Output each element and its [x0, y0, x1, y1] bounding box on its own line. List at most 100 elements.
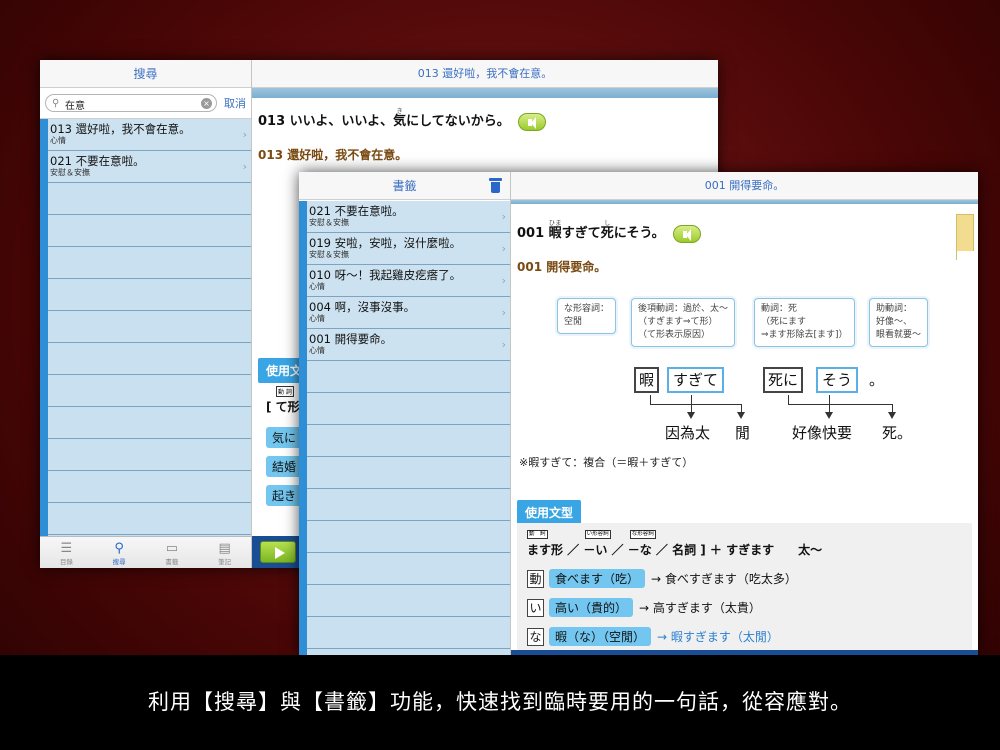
tab-contents[interactable]: ☰ 目錄	[40, 537, 93, 568]
speaker-icon[interactable]	[673, 224, 702, 243]
tab-label: 目錄	[59, 558, 73, 566]
bookmark-panel-title: 書籤	[299, 172, 510, 200]
list-item[interactable]: 021 不要在意啦。 安慰＆安撫 ›	[307, 201, 510, 233]
cancel-button[interactable]: 取消	[224, 95, 246, 111]
item-title: 013 還好啦，我不會在意。	[50, 122, 191, 136]
bookmark-title-text: 書籤	[392, 179, 417, 193]
arrow-down-icon	[737, 412, 745, 419]
list-item[interactable]: 001 開得要命。 心情 ›	[307, 329, 510, 361]
grammar-bubble: 後項動詞：過於、太～ （すぎます⇒て形） （て形表示原因）	[631, 298, 736, 347]
item-subtitle: 心情	[50, 136, 66, 145]
note-text: ※暇すぎて：複合（＝暇＋すぎて）	[519, 456, 694, 469]
connector	[691, 395, 692, 412]
jp-text: にしてないから。	[406, 114, 510, 129]
item-subtitle: 心情	[309, 346, 325, 355]
tag-verb: 動 詞	[527, 530, 548, 539]
connector	[788, 395, 789, 404]
phrase-detail: 001 開得要命。 001 暇ひますぎて死しにそう。 001 開得要命。 な形容…	[511, 172, 978, 656]
speaker-icon[interactable]	[518, 112, 547, 131]
tab-bar: ☰ 目錄 ⚲ 搜尋 ▭ 書籤 ▤ 筆記	[40, 536, 251, 568]
connector	[788, 404, 893, 405]
item-title: 021 不要在意啦。	[50, 154, 145, 168]
detail-title: 001 開得要命。	[511, 172, 978, 200]
search-panel-title: 搜尋	[40, 60, 251, 88]
bubble-line: な形容詞：	[564, 304, 610, 314]
bubble-line: 空閒	[564, 317, 583, 327]
book-icon: ▭	[165, 541, 179, 556]
example-type-box: な	[527, 627, 544, 646]
formula: ます形 ／ －い ／ －な ／ 名詞 ] ＋ すぎます 太～	[527, 543, 823, 557]
bookmark-window: 書籤 021 不要在意啦。 安慰＆安撫 › 019 安啦，安啦，沒什麼啦。 安慰…	[299, 172, 978, 656]
tab-search[interactable]: ⚲ 搜尋	[93, 537, 146, 568]
bubble-line: （死にます	[761, 317, 807, 327]
item-title: 021 不要在意啦。	[309, 204, 404, 218]
search-panel: 搜尋 ⚲ 在意 × 取消 013 還好啦，我不會在意。 心情 › 021 不要在…	[40, 60, 252, 568]
example-type-box: 動	[527, 569, 544, 588]
play-button[interactable]	[260, 541, 296, 563]
connector	[741, 404, 742, 412]
search-icon: ⚲	[52, 98, 60, 109]
item-subtitle: 安慰＆安撫	[50, 168, 90, 177]
notes-icon: ▤	[218, 541, 231, 556]
bubble-line: 動詞：死	[761, 304, 798, 314]
jp-text: 013 いいよ、いいよ、	[258, 114, 394, 129]
list-item[interactable]: 019 安啦，安啦，沒什麼啦。 安慰＆安撫 ›	[307, 233, 510, 265]
search-input[interactable]: ⚲ 在意 ×	[45, 94, 217, 112]
example-pill: 暇（な）（空閒）	[549, 627, 652, 646]
search-input-value: 在意	[65, 101, 85, 112]
bookmark-ribbon-icon[interactable]	[956, 214, 975, 260]
arrow-down-icon	[825, 412, 833, 419]
detail-bar	[252, 88, 718, 98]
jp-text: 001	[517, 226, 549, 241]
search-results-list: 013 還好啦，我不會在意。 心情 › 021 不要在意啦。 安慰＆安撫 ›	[40, 119, 251, 536]
example-row: い 高い（貴的） → 高すぎます（太貴）	[527, 598, 761, 617]
chevron-right-icon: ›	[501, 274, 506, 287]
jp-kanji: 気き	[393, 108, 407, 129]
item-title: 010 呀～！我起雞皮疙瘩了。	[309, 268, 462, 282]
tab-notes[interactable]: ▤ 筆記	[198, 537, 251, 568]
example-result: → 食べすぎます（吃太多）	[651, 572, 797, 586]
chevron-right-icon: ›	[501, 306, 506, 319]
clear-icon[interactable]: ×	[201, 98, 212, 109]
bubble-line: ⇒ます形除去[ます]）	[761, 330, 848, 340]
connector	[650, 404, 742, 405]
list-item[interactable]: 013 還好啦，我不會在意。 心情 ›	[48, 119, 251, 151]
list-icon: ☰	[60, 541, 73, 556]
arrow-down-icon	[687, 412, 695, 419]
word-box: 暇	[634, 367, 660, 393]
example-pill: 起き	[266, 485, 303, 506]
jp-kanji: 死し	[600, 220, 614, 241]
bookmark-list: 021 不要在意啦。 安慰＆安撫 › 019 安啦，安啦，沒什麼啦。 安慰＆安撫…	[299, 201, 510, 656]
list-item[interactable]: 004 啊，沒事沒事。 心情 ›	[307, 297, 510, 329]
period-mark: 。	[869, 371, 885, 389]
example-result: → 高すぎます（太貴）	[639, 601, 761, 615]
item-title: 019 安啦，安啦，沒什麼啦。	[309, 236, 462, 250]
meaning-text: 閒	[735, 424, 751, 442]
tab-label: 搜尋	[112, 558, 126, 566]
example-result: → 暇すぎます（太閒）	[657, 630, 779, 644]
bubble-line: 好像～、	[876, 317, 913, 327]
caption-text: 利用【搜尋】與【書籤】功能，快速找到臨時要用的一句話，從容應對。	[0, 655, 1000, 750]
tag-i-adjective: い形容詞	[584, 530, 611, 539]
grammar-bubble: 動詞：死 （死にます ⇒ます形除去[ます]）	[754, 298, 855, 347]
example-row: 動 食べます（吃） → 食べすぎます（吃太多）	[527, 569, 797, 588]
meaning-text: 死。	[882, 424, 913, 442]
item-title: 001 開得要命。	[309, 332, 393, 346]
word-box: 死に	[763, 367, 804, 393]
search-bar: ⚲ 在意 × 取消	[40, 88, 251, 119]
list-item[interactable]: 021 不要在意啦。 安慰＆安撫 ›	[48, 151, 251, 183]
detail-bar	[511, 200, 978, 204]
example-pill: 結婚	[266, 456, 303, 477]
connector	[829, 395, 830, 412]
chinese-translation: 013 還好啦，我不會在意。	[258, 148, 408, 162]
list-item[interactable]: 010 呀～！我起雞皮疙瘩了。 心情 ›	[307, 265, 510, 297]
chevron-right-icon: ›	[501, 242, 506, 255]
tab-label: 書籤	[165, 558, 179, 566]
tab-bookmarks[interactable]: ▭ 書籤	[146, 537, 199, 568]
jp-text: にそう。	[613, 226, 665, 241]
item-subtitle: 心情	[309, 314, 325, 323]
arrow-down-icon	[888, 412, 896, 419]
trash-icon[interactable]	[489, 178, 502, 193]
search-icon: ⚲	[114, 541, 124, 556]
word-box: そう	[816, 367, 859, 393]
